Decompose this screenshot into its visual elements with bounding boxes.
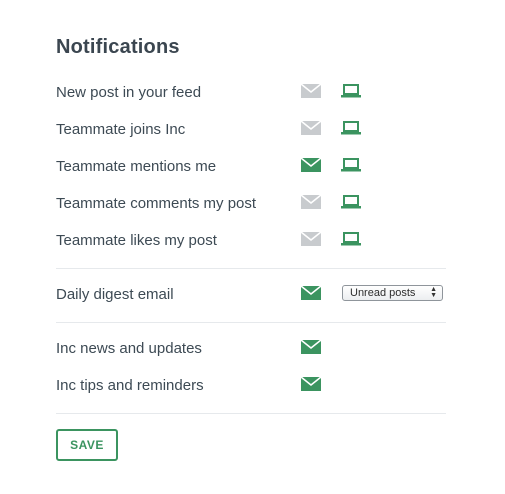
notifications-panel: Notifications New post in your feed Team…	[0, 0, 505, 494]
notification-row-new-post: New post in your feed	[56, 80, 446, 104]
email-icon[interactable]	[301, 232, 321, 246]
notification-row-mentions: Teammate mentions me	[56, 154, 446, 178]
row-label: Inc tips and reminders	[56, 376, 204, 394]
divider	[56, 322, 446, 323]
laptop-icon[interactable]	[341, 121, 361, 135]
email-icon[interactable]	[301, 377, 321, 391]
page-title: Notifications	[56, 36, 180, 58]
email-icon[interactable]	[301, 84, 321, 98]
email-icon[interactable]	[301, 340, 321, 354]
row-label: New post in your feed	[56, 83, 202, 101]
row-label: Teammate comments my post	[56, 194, 257, 212]
email-icon[interactable]	[301, 158, 321, 172]
row-label: Inc news and updates	[56, 339, 202, 357]
select-value: Unread posts	[350, 287, 416, 299]
row-label: Teammate mentions me	[56, 157, 217, 175]
notification-row-daily-digest: Daily digest email Unread posts ▲ ▼	[56, 282, 446, 306]
row-label: Teammate likes my post	[56, 231, 217, 249]
email-icon[interactable]	[301, 286, 321, 300]
notification-row-comments: Teammate comments my post	[56, 191, 446, 215]
save-button[interactable]: SAVE	[56, 429, 118, 461]
laptop-icon[interactable]	[341, 232, 361, 246]
notification-row-news-updates: Inc news and updates	[56, 336, 446, 360]
notification-row-likes: Teammate likes my post	[56, 228, 446, 252]
digest-frequency-select[interactable]: Unread posts ▲ ▼	[342, 285, 443, 301]
notification-row-teammate-joins: Teammate joins Inc	[56, 117, 446, 141]
laptop-icon[interactable]	[341, 158, 361, 172]
laptop-icon[interactable]	[341, 84, 361, 98]
row-label: Teammate joins Inc	[56, 120, 186, 138]
email-icon[interactable]	[301, 195, 321, 209]
row-label: Daily digest email	[56, 285, 174, 303]
notification-row-tips-reminders: Inc tips and reminders	[56, 373, 446, 397]
divider	[56, 268, 446, 269]
laptop-icon[interactable]	[341, 195, 361, 209]
email-icon[interactable]	[301, 121, 321, 135]
divider	[56, 413, 446, 414]
select-arrows-icon: ▲ ▼	[430, 286, 437, 299]
